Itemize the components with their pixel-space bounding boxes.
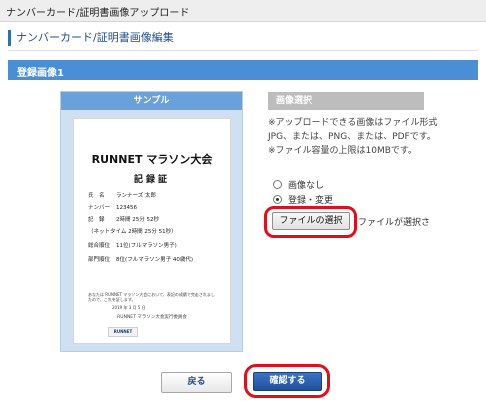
- certificate-row-key: 氏 名: [88, 193, 105, 199]
- sample-header: サンプル: [61, 92, 242, 110]
- certificate-organizer: RUNNET マラソン大会実行委員会: [117, 315, 187, 320]
- radio-label: 画像なし: [288, 181, 325, 191]
- panel-title: 登録画像1: [17, 68, 64, 79]
- certificate-row-key: 記 録: [88, 217, 105, 223]
- sample-box: サンプル RUNNET マラソン大会 記録証 氏 名 ランナーズ 太郎 ナンバー 1…: [60, 91, 243, 352]
- certificate-row: 記 録 2時間 25分 52秒: [88, 215, 159, 223]
- radio-label: 登録・変更: [288, 196, 334, 206]
- image-select-header: 画像選択: [268, 92, 424, 110]
- section-divider: [8, 50, 478, 51]
- certificate-row-key: 部門順位: [88, 257, 111, 263]
- certificate-row: 総合順位 11位(フルマラソン男子): [88, 241, 177, 249]
- choose-file-button[interactable]: ファイルの選択: [272, 212, 350, 230]
- certificate-row-key: 総合順位: [88, 243, 111, 249]
- certificate-row-value: （ネットタイム 2時間 25分 51秒）: [88, 229, 177, 235]
- certificate-row-value: 2時間 25分 52秒: [116, 217, 159, 223]
- certificate-event-title: RUNNET マラソン大会: [91, 153, 213, 166]
- sample-certificate-image: RUNNET マラソン大会 記録証 氏 名 ランナーズ 太郎 ナンバー 123456…: [73, 118, 231, 344]
- upload-info: ※アップロードできる画像はファイル形式JPG、または、PNG、または、PDFです…: [268, 116, 438, 158]
- upload-info-format: ※アップロードできる画像はファイル形式JPG、または、PNG、または、PDFです…: [268, 118, 438, 142]
- panel-header: 登録画像1: [8, 60, 478, 80]
- upload-info-size: ※ファイル容量の上限は10MBです。: [268, 146, 418, 156]
- certificate-row: 氏 名 ランナーズ 太郎: [88, 191, 156, 199]
- certificate-heading: 記録証: [133, 175, 170, 185]
- certificate-row: 部門順位 8位(フルマラソン男子 40歳代): [88, 255, 193, 263]
- certificate-row: （ネットタイム 2時間 25分 51秒）: [88, 227, 177, 235]
- certificate-row-value: 123456: [116, 205, 137, 211]
- certificate-row-value: 11位(フルマラソン男子): [116, 243, 177, 249]
- runnet-logo: RUNNET: [108, 327, 138, 337]
- certificate-row-key: ナンバー: [88, 205, 111, 211]
- radio-option-none[interactable]: 画像なし: [273, 180, 324, 192]
- file-status-text: ファイルが選択さ: [358, 218, 431, 228]
- certificate-row-value: 8位(フルマラソン男子 40歳代): [116, 257, 194, 263]
- radio-button-selected[interactable]: [273, 195, 282, 204]
- confirm-button[interactable]: 確認する: [253, 372, 322, 391]
- back-button[interactable]: 戻る: [161, 372, 232, 393]
- section-title: ナンバーカード/証明書画像編集: [8, 30, 174, 46]
- top-bar: ナンバーカード/証明書画像アップロード: [0, 0, 486, 22]
- certificate-row: ナンバー 123456: [88, 203, 137, 211]
- certificate-date: 2019 年 3 月 5 日: [112, 305, 146, 310]
- radio-button[interactable]: [273, 180, 282, 189]
- certificate-row-value: ランナーズ 太郎: [116, 193, 156, 199]
- page-title: ナンバーカード/証明書画像アップロード: [6, 8, 190, 19]
- certificate-note: あなたは RUNNET マラソン大会において、表記の成績で完走されましたので、こ…: [88, 292, 215, 302]
